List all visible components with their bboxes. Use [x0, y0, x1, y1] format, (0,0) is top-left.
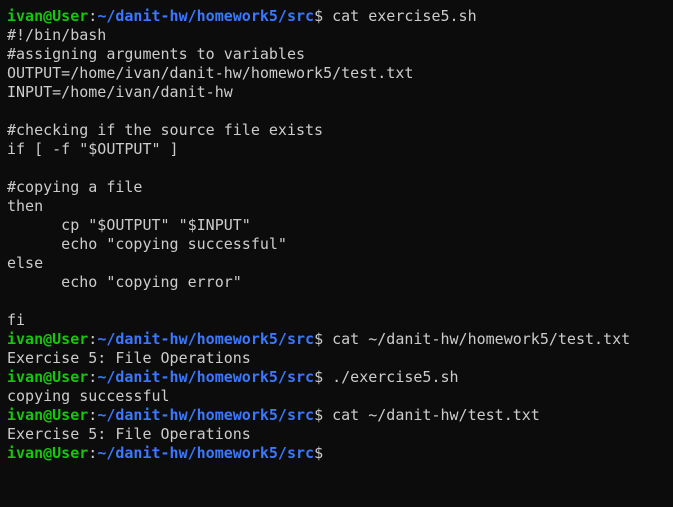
- output-line: INPUT=/home/ivan/danit-hw: [7, 83, 233, 101]
- prompt-path: ~/danit-hw/homework5/src: [97, 330, 315, 348]
- command-text: ./exercise5.sh: [323, 368, 459, 386]
- prompt-user-host: ivan@User: [7, 368, 89, 386]
- command-text: cat exercise5.sh: [323, 7, 477, 25]
- prompt-user-host: ivan@User: [7, 330, 89, 348]
- output-line: OUTPUT=/home/ivan/danit-hw/homework5/tes…: [7, 64, 414, 82]
- output-line: if [ -f "$OUTPUT" ]: [7, 140, 179, 158]
- prompt-path: ~/danit-hw/homework5/src: [97, 368, 315, 386]
- prompt-symbol: $: [314, 406, 324, 424]
- prompt-user-host: ivan@User: [7, 7, 89, 25]
- prompt-symbol: $: [314, 444, 324, 462]
- active-prompt-line[interactable]: ivan@User:~/danit-hw/homework5/src$: [7, 444, 673, 463]
- prompt-symbol: $: [314, 330, 324, 348]
- prompt-line: ivan@User:~/danit-hw/homework5/src$ cat …: [7, 330, 673, 349]
- output-line: #checking if the source file exists: [7, 121, 324, 139]
- prompt-symbol: $: [314, 368, 324, 386]
- prompt-user-host: ivan@User: [7, 406, 89, 424]
- command-text: cat ~/danit-hw/test.txt: [323, 406, 540, 424]
- prompt-separator: :: [88, 444, 98, 462]
- output-line: copying successful: [7, 387, 170, 405]
- output-line: #!/bin/bash: [7, 26, 107, 44]
- output-line: #assigning arguments to variables: [7, 45, 306, 63]
- output-line: echo "copying error": [7, 273, 242, 291]
- prompt-path: ~/danit-hw/homework5/src: [97, 406, 315, 424]
- prompt-symbol: $: [314, 7, 324, 25]
- prompt-line: ivan@User:~/danit-hw/homework5/src$ cat …: [7, 406, 673, 425]
- prompt-separator: :: [88, 330, 98, 348]
- prompt-separator: :: [88, 7, 98, 25]
- output-line: then: [7, 197, 44, 215]
- prompt-line: ivan@User:~/danit-hw/homework5/src$ ./ex…: [7, 368, 673, 387]
- output-line: Exercise 5: File Operations: [7, 349, 251, 367]
- terminal-window[interactable]: ivan@User:~/danit-hw/homework5/src$ cat …: [0, 0, 673, 507]
- prompt-separator: :: [88, 406, 98, 424]
- output-line: fi: [7, 311, 26, 329]
- output-line: cp "$OUTPUT" "$INPUT": [7, 216, 251, 234]
- prompt-path: ~/danit-hw/homework5/src: [97, 7, 315, 25]
- output-line: else: [7, 254, 44, 272]
- prompt-user-host: ivan@User: [7, 444, 89, 462]
- prompt-separator: :: [88, 368, 98, 386]
- output-line: Exercise 5: File Operations: [7, 425, 251, 443]
- output-line: #copying a file: [7, 178, 143, 196]
- prompt-path: ~/danit-hw/homework5/src: [97, 444, 315, 462]
- output-line: echo "copying successful": [7, 235, 287, 253]
- prompt-line: ivan@User:~/danit-hw/homework5/src$ cat …: [7, 7, 673, 26]
- command-text: cat ~/danit-hw/homework5/test.txt: [323, 330, 631, 348]
